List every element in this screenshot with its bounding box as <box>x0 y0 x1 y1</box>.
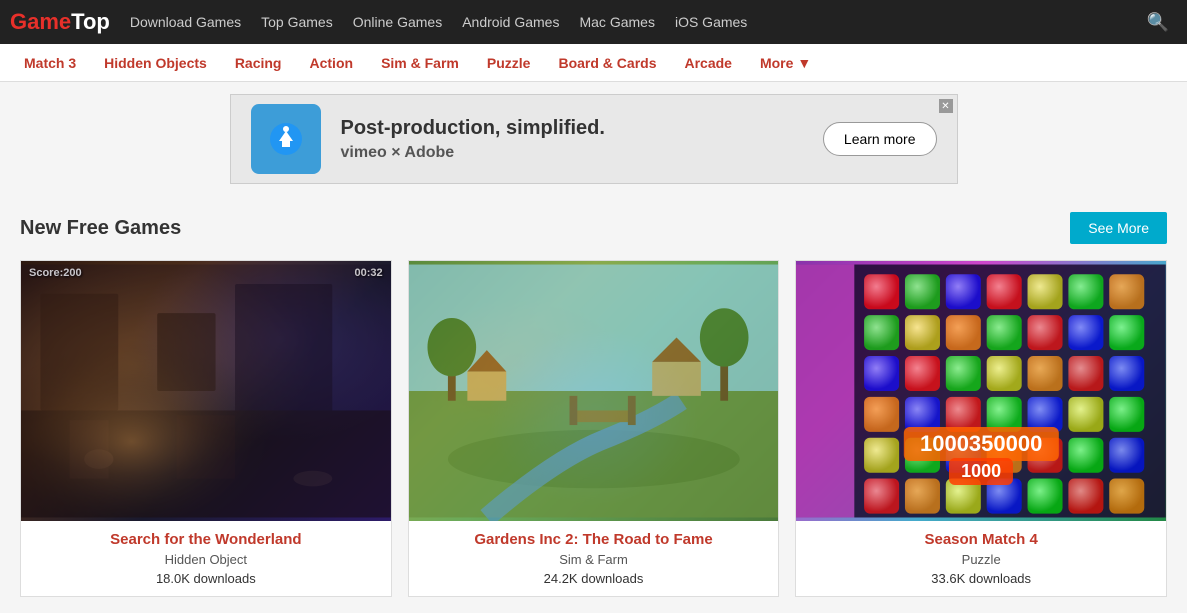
advertisement-banner: Post-production, simplified. vimeo × Ado… <box>0 82 1187 196</box>
game-card-3[interactable]: 1000350000 1000 Season Match 4 Puzzle 33… <box>795 260 1167 597</box>
cat-action[interactable]: Action <box>296 44 368 82</box>
cat-hidden-objects[interactable]: Hidden Objects <box>90 44 221 82</box>
see-more-button[interactable]: See More <box>1070 212 1167 244</box>
game3-genre: Puzzle <box>808 552 1154 567</box>
ad-content: Post-production, simplified. vimeo × Ado… <box>230 94 958 184</box>
dropdown-arrow-icon: ▼ <box>797 55 811 71</box>
game2-title: Gardens Inc 2: The Road to Fame <box>421 531 767 548</box>
ad-learn-more-button[interactable]: Learn more <box>823 122 937 156</box>
game1-title: Search for the Wonderland <box>33 531 379 548</box>
top-navigation: GameTop Download Games Top Games Online … <box>0 0 1187 44</box>
game3-downloads: 33.6K downloads <box>808 571 1154 586</box>
nav-online-games[interactable]: Online Games <box>353 14 442 30</box>
ad-brands: vimeo × Adobe <box>341 144 803 162</box>
cat-puzzle[interactable]: Puzzle <box>473 44 545 82</box>
cat-sim-farm[interactable]: Sim & Farm <box>367 44 473 82</box>
game1-genre: Hidden Object <box>33 552 379 567</box>
cat-racing[interactable]: Racing <box>221 44 296 82</box>
more-label: More <box>760 55 793 71</box>
logo-top: Top <box>71 9 110 34</box>
game-thumb-2 <box>409 261 779 521</box>
game1-downloads: 18.0K downloads <box>33 571 379 586</box>
ad-logo-icon <box>251 104 321 174</box>
game2-genre: Sim & Farm <box>421 552 767 567</box>
category-navigation: Match 3 Hidden Objects Racing Action Sim… <box>0 44 1187 82</box>
cat-arcade[interactable]: Arcade <box>670 44 745 82</box>
search-button[interactable]: 🔍 <box>1139 8 1177 37</box>
site-logo[interactable]: GameTop <box>10 9 110 35</box>
games-grid: Score:200 00:32 <box>20 260 1167 597</box>
more-categories-button[interactable]: More ▼ <box>746 44 825 82</box>
section-title: New Free Games <box>20 217 181 240</box>
game3-title: Season Match 4 <box>808 531 1154 548</box>
game2-info: Gardens Inc 2: The Road to Fame Sim & Fa… <box>409 521 779 596</box>
main-content: New Free Games See More Score:200 00:32 <box>0 196 1187 613</box>
game-card-1[interactable]: Score:200 00:32 <box>20 260 392 597</box>
nav-ios-games[interactable]: iOS Games <box>675 14 747 30</box>
game3-info: Season Match 4 Puzzle 33.6K downloads <box>796 521 1166 596</box>
ad-tagline: Post-production, simplified. <box>341 117 803 140</box>
game2-downloads: 24.2K downloads <box>421 571 767 586</box>
ad-brand-label: vimeo × Adobe <box>341 144 455 162</box>
nav-top-games[interactable]: Top Games <box>261 14 333 30</box>
game-card-2[interactable]: Gardens Inc 2: The Road to Fame Sim & Fa… <box>408 260 780 597</box>
nav-mac-games[interactable]: Mac Games <box>579 14 654 30</box>
game-thumb-1: Score:200 00:32 <box>21 261 391 521</box>
cat-match3[interactable]: Match 3 <box>10 44 90 82</box>
game-thumb-3: 1000350000 1000 <box>796 261 1166 521</box>
nav-android-games[interactable]: Android Games <box>462 14 559 30</box>
ad-text-block: Post-production, simplified. vimeo × Ado… <box>341 117 803 162</box>
section-header: New Free Games See More <box>20 212 1167 244</box>
ad-close-icon[interactable]: ✕ <box>939 99 953 113</box>
nav-download-games[interactable]: Download Games <box>130 14 241 30</box>
logo-game: Game <box>10 9 71 34</box>
top-nav-links: Download Games Top Games Online Games An… <box>130 14 1139 30</box>
game1-info: Search for the Wonderland Hidden Object … <box>21 521 391 596</box>
cat-board-cards[interactable]: Board & Cards <box>544 44 670 82</box>
